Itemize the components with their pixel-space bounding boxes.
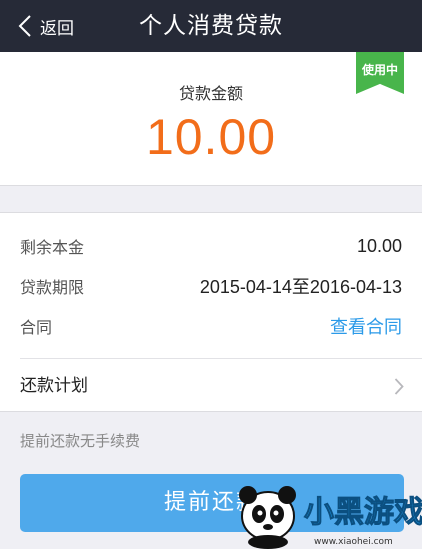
loan-amount-card: 贷款金额 10.00 使用中 [0, 52, 422, 186]
view-contract-link[interactable]: 查看合同 [330, 313, 402, 339]
loan-amount-value: 10.00 [145, 109, 277, 165]
loan-term-value: 2015-04-14至2016-04-13 [199, 277, 402, 297]
no-fee-note: 提前还款无手续费 [20, 432, 141, 450]
loan-term-row: 贷款期限 2015-04-14至2016-04-13 [20, 266, 402, 306]
navigation-bar: 返回 个人消费贷款 [0, 0, 422, 52]
loan-details-card: 剩余本金 10.00 贷款期限 2015-04-14至2016-04-13 合同… [0, 212, 422, 412]
watermark-logo: 小黑游戏 www.xiaohei.com [239, 486, 422, 549]
remaining-principal-value: 10.00 [356, 235, 402, 256]
status-ribbon-text: 使用中 [361, 63, 398, 77]
back-chevron-icon [18, 15, 31, 37]
remaining-principal-label: 剩余本金 [20, 238, 85, 257]
back-label: 返回 [40, 18, 74, 39]
remaining-principal-row: 剩余本金 10.00 [20, 226, 402, 266]
watermark-url: www.xiaohei.com [314, 537, 393, 547]
contract-label: 合同 [20, 318, 53, 337]
contract-row: 合同 查看合同 [20, 306, 402, 346]
right-chevron-icon [394, 378, 404, 395]
repayment-plan-label: 还款计划 [20, 376, 88, 396]
repayment-plan-row[interactable]: 还款计划 [0, 359, 422, 413]
watermark-logo-text: 小黑游戏 [304, 495, 422, 530]
loan-term-label: 贷款期限 [20, 278, 85, 297]
back-button[interactable]: 返回 [18, 0, 74, 52]
panda-logo-icon [239, 486, 296, 549]
